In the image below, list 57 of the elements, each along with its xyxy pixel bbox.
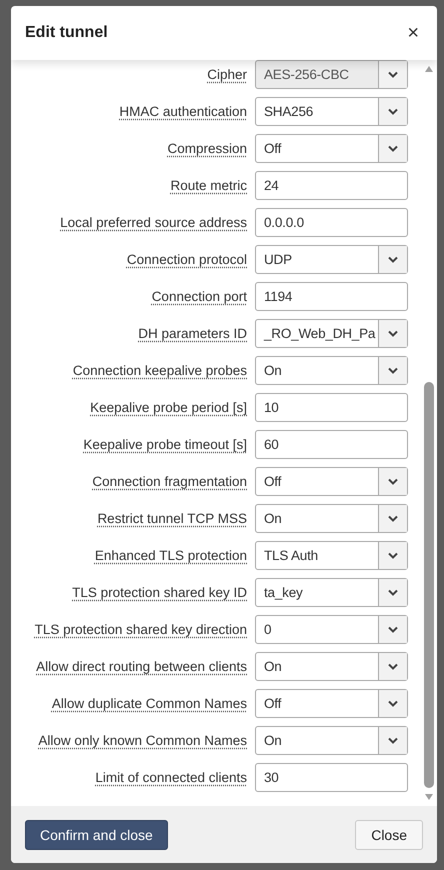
select-field[interactable]: Off [255, 134, 408, 163]
input-field[interactable]: 30 [255, 763, 408, 792]
field-label: Connection keepalive probes [72, 363, 247, 378]
select-field[interactable]: On [255, 356, 408, 385]
chevron-icon [388, 256, 398, 263]
chevron-icon [388, 71, 398, 78]
select-field[interactable]: 0 [255, 615, 408, 644]
chevron-icon [388, 330, 398, 337]
select-field[interactable]: _RO_Web_DH_Pa [255, 319, 408, 348]
chevron-icon [388, 478, 398, 485]
field-label: Connection protocol [126, 252, 247, 267]
field-label: Compression [166, 141, 247, 156]
field-label: Route metric [169, 178, 247, 193]
input-field[interactable]: 60 [255, 430, 408, 459]
input-field[interactable]: 0.0.0.0 [255, 208, 408, 237]
select-field[interactable]: ta_key [255, 578, 408, 607]
select-field[interactable]: Off [255, 467, 408, 496]
chevron-icon [388, 552, 398, 559]
field-label: Connection fragmentation [91, 474, 247, 489]
chevron-icon [388, 367, 398, 374]
select-field[interactable]: On [255, 726, 408, 755]
select-field[interactable]: On [255, 652, 408, 681]
confirm-button[interactable]: Confirm and close [25, 820, 168, 850]
field-label: Allow duplicate Common Names [50, 696, 247, 711]
input-field[interactable]: 1194 [255, 282, 408, 311]
chevron-icon [388, 700, 398, 707]
close-button[interactable]: × [405, 22, 421, 44]
field-label: Enhanced TLS protection [94, 548, 247, 563]
chevron-icon [388, 145, 398, 152]
field-label: DH parameters ID [137, 326, 247, 341]
chevron-icon [388, 515, 398, 522]
select-field[interactable]: UDP [255, 245, 408, 274]
select-field[interactable]: SHA256 [255, 97, 408, 126]
input-field[interactable]: 24 [255, 171, 408, 200]
field-label: Connection port [150, 289, 247, 304]
field-label: Allow direct routing between clients [35, 659, 247, 674]
field-label: Cipher [206, 67, 247, 82]
dialog-title: Edit tunnel [25, 24, 108, 42]
chevron-icon [388, 663, 398, 670]
input-field[interactable]: 10 [255, 393, 408, 422]
chevron-icon [388, 589, 398, 596]
field-label: Restrict tunnel TCP MSS [96, 511, 247, 526]
field-label: Keepalive probe period [s] [89, 400, 247, 415]
chevron-icon [388, 108, 398, 115]
field-label: Keepalive probe timeout [s] [82, 437, 247, 452]
chevron-icon [388, 737, 398, 744]
chevron-icon [388, 626, 398, 633]
field-label: TLS protection shared key direction [34, 622, 247, 637]
field-label: Allow only known Common Names [37, 733, 247, 748]
select-field[interactable]: TLS Auth [255, 541, 408, 570]
field-label: Limit of connected clients [94, 770, 247, 785]
select-field[interactable]: On [255, 504, 408, 533]
field-label: TLS protection shared key ID [71, 585, 247, 600]
field-label: Local preferred source address [59, 215, 247, 230]
field-label: HMAC authentication [118, 104, 247, 119]
close-button[interactable]: Close [355, 820, 423, 850]
select-field[interactable]: Off [255, 689, 408, 718]
